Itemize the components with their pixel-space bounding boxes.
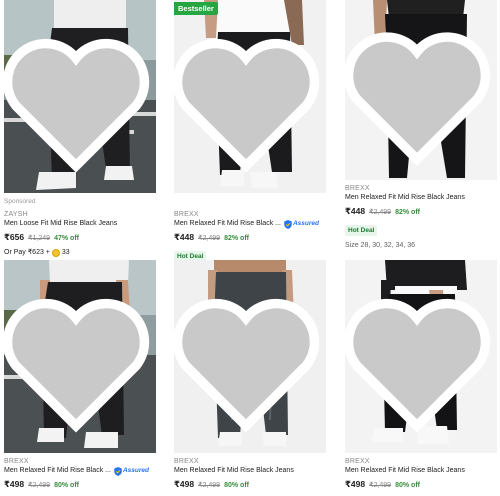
- heart-outline-icon[interactable]: [4, 6, 152, 193]
- brand-name: ZAYSH: [4, 211, 28, 218]
- heart-outline-icon[interactable]: [174, 266, 322, 453]
- product-title[interactable]: Men Relaxed Fit Mid Rise Black Jeans: [345, 193, 500, 203]
- price-row: ₹498 ₹2,499 80% off: [174, 478, 334, 492]
- assured-shield-icon: [114, 466, 122, 476]
- heart-outline-icon[interactable]: [345, 266, 493, 453]
- discount: 82% off: [224, 235, 249, 242]
- brand-name: BREXX: [345, 458, 370, 465]
- assured-badge: Assured: [284, 219, 319, 229]
- product-image[interactable]: [174, 260, 326, 453]
- coin-pay-offer: Or Pay ₹623 + 33: [4, 249, 70, 257]
- product-title[interactable]: Men Loose Fit Mid Rise Black Jeans: [4, 219, 164, 229]
- price: ₹498: [4, 479, 25, 489]
- product-image[interactable]: Bestseller: [174, 0, 326, 193]
- product-image[interactable]: [4, 0, 156, 193]
- sponsored-label: Sponsored: [4, 198, 36, 205]
- assured-badge: Assured: [114, 466, 149, 476]
- price-row: ₹448 ₹2,499 82% off: [345, 205, 500, 219]
- discount: 80% off: [224, 482, 249, 489]
- brand-name: BREXX: [4, 458, 29, 465]
- discount: 80% off: [54, 482, 79, 489]
- brand-name: BREXX: [174, 458, 199, 465]
- mrp: ₹2,499: [198, 235, 221, 242]
- brand-name: BREXX: [174, 211, 199, 218]
- heart-outline-icon[interactable]: [345, 6, 493, 180]
- product-title[interactable]: Men Relaxed Fit Mid Rise Black ... Assur…: [174, 219, 334, 229]
- product-image[interactable]: [345, 260, 497, 453]
- product-title[interactable]: Men Relaxed Fit Mid Rise Black Jeans: [174, 466, 334, 476]
- mrp: ₹2,499: [369, 209, 392, 216]
- hot-deal-tag: Hot Deal: [345, 225, 378, 236]
- price-row: ₹656 ₹1,249 47% off: [4, 231, 164, 245]
- heart-outline-icon[interactable]: [4, 266, 152, 453]
- price: ₹448: [174, 232, 195, 242]
- price-row: ₹448 ₹2,499 82% off: [174, 231, 334, 245]
- product-title[interactable]: Men Relaxed Fit Mid Rise Black Jeans: [345, 466, 500, 476]
- mrp: ₹2,499: [369, 482, 392, 489]
- mrp: ₹2,499: [28, 482, 51, 489]
- product-image[interactable]: [345, 0, 497, 180]
- product-title[interactable]: Men Relaxed Fit Mid Rise Black ... Assur…: [4, 466, 164, 476]
- discount: 82% off: [395, 209, 420, 216]
- price: ₹498: [174, 479, 195, 489]
- heart-outline-icon[interactable]: [174, 6, 322, 193]
- price-row: ₹498 ₹2,499 80% off: [345, 478, 500, 492]
- discount: 47% off: [54, 235, 79, 242]
- available-sizes: Size 28, 30, 32, 34, 36: [345, 242, 416, 249]
- price-row: ₹498 ₹2,499 80% off: [4, 478, 164, 492]
- product-image[interactable]: [4, 260, 156, 453]
- mrp: ₹1,249: [28, 235, 51, 242]
- assured-shield-icon: [284, 219, 292, 229]
- price: ₹448: [345, 206, 366, 216]
- coin-icon: [51, 249, 60, 257]
- price: ₹656: [4, 232, 25, 242]
- discount: 80% off: [395, 482, 420, 489]
- mrp: ₹2,499: [198, 482, 221, 489]
- price: ₹498: [345, 479, 366, 489]
- brand-name: BREXX: [345, 185, 370, 192]
